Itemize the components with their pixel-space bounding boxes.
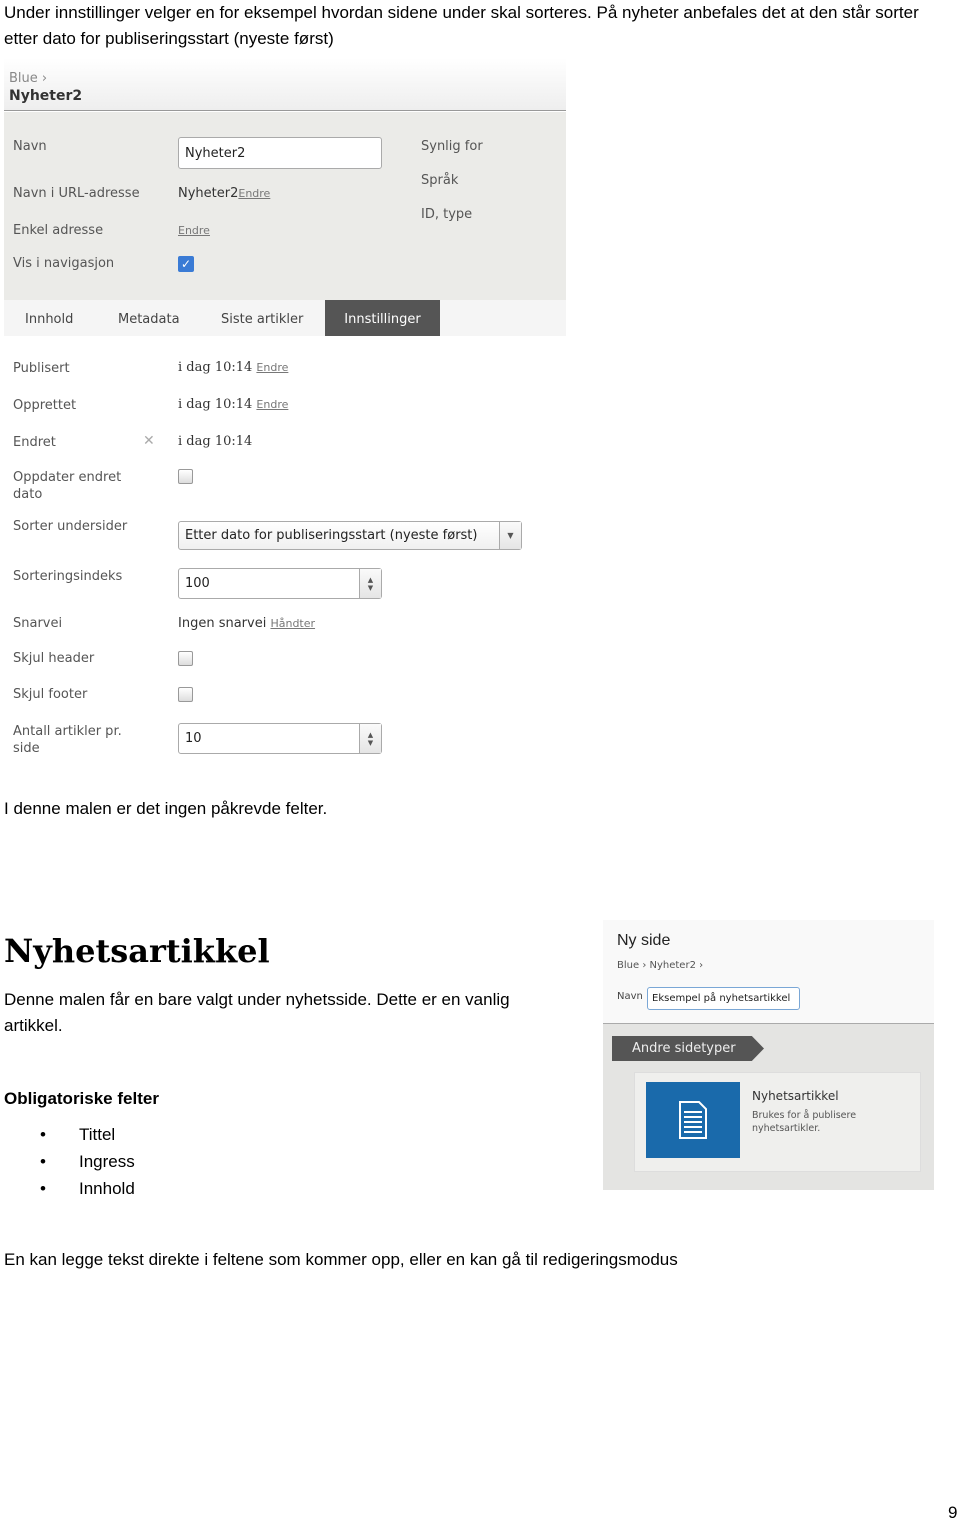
url-label: Navn i URL-adresse bbox=[13, 186, 140, 201]
required-item: Tittel bbox=[79, 1125, 116, 1144]
sprak-label: Språk bbox=[421, 173, 459, 188]
antall-stepper[interactable]: ▲ ▼ bbox=[359, 724, 381, 753]
oppdater-label: Oppdater endret dato bbox=[13, 470, 122, 502]
footer-paragraph: En kan legge tekst direkte i feltene som… bbox=[4, 1250, 678, 1269]
dialog-title: Ny side bbox=[617, 932, 671, 949]
publisert-label: Publisert bbox=[13, 361, 70, 376]
new-page-screenshot: Ny side Blue › Nyheter2 › Navn Eksempel … bbox=[603, 920, 934, 1190]
document-icon bbox=[646, 1082, 740, 1158]
intro-line: Under innstillinger velger en for eksemp… bbox=[4, 3, 919, 22]
breadcrumb: Blue › Nyheter2 › bbox=[617, 960, 704, 971]
antall-input[interactable]: 10 ▲ ▼ bbox=[178, 723, 382, 754]
navn-input[interactable]: Nyheter2 bbox=[178, 137, 382, 169]
sorter-label: Sorter undersider bbox=[13, 519, 128, 534]
publisert-edit-link[interactable]: Endre bbox=[256, 361, 288, 374]
no-required-text: I denne malen er det ingen påkrevde felt… bbox=[4, 799, 328, 818]
required-list: • Tittel • Ingress • Innhold bbox=[40, 1125, 135, 1198]
breadcrumb[interactable]: Blue bbox=[9, 71, 38, 86]
url-edit-link[interactable]: Endre bbox=[238, 187, 270, 200]
antall-label: Antall artikler pr. side bbox=[13, 724, 122, 756]
description: Denne malen får en bare valgt under nyhe… bbox=[4, 990, 510, 1035]
pin-icon[interactable]: ✕ bbox=[143, 433, 155, 449]
footer-label: Skjul footer bbox=[13, 687, 88, 702]
snarvei-label: Snarvei bbox=[13, 616, 63, 631]
nav-checkbox[interactable]: ✓ bbox=[178, 256, 194, 272]
footer-checkbox[interactable] bbox=[178, 687, 193, 702]
page-number: 9 bbox=[948, 1503, 958, 1522]
tab-innhold[interactable]: Innhold bbox=[25, 300, 73, 336]
snarvei-link[interactable]: Håndter bbox=[270, 617, 315, 630]
nav-label: Vis i navigasjon bbox=[13, 256, 115, 271]
sorter-select[interactable]: Etter dato for publiseringsstart (nyeste… bbox=[178, 521, 522, 550]
required-title: Obligatoriske felter bbox=[4, 1089, 159, 1108]
opprettet-label: Opprettet bbox=[13, 398, 77, 413]
intro-line: etter dato for publiseringsstart (nyeste… bbox=[4, 29, 334, 48]
navn-label: Navn bbox=[13, 139, 47, 154]
tab-siste-artikler[interactable]: Siste artikler bbox=[221, 300, 303, 336]
card-title: Nyhetsartikkel bbox=[752, 1089, 839, 1103]
tab-innstillinger[interactable]: Innstillinger bbox=[325, 300, 440, 336]
tab-metadata[interactable]: Metadata bbox=[118, 300, 180, 336]
indeks-input[interactable]: 100 ▲ ▼ bbox=[178, 568, 382, 599]
publisert-value: i dag 10:14 bbox=[178, 360, 253, 375]
required-item: Ingress bbox=[79, 1152, 135, 1171]
id-type-label: ID, type bbox=[421, 207, 473, 222]
navn-label: Navn bbox=[617, 991, 643, 1002]
indeks-stepper[interactable]: ▲ ▼ bbox=[359, 569, 381, 598]
card-description: Brukes for å publisere nyhetsartikler. bbox=[752, 1110, 857, 1134]
navn-input[interactable]: Eksempel på nyhetsartikkel bbox=[647, 987, 800, 1010]
enkel-label: Enkel adresse bbox=[13, 223, 104, 238]
section-heading: Nyhetsartikkel bbox=[4, 932, 270, 970]
url-value: Nyheter2 bbox=[178, 186, 239, 201]
opprettet-value: i dag 10:14 bbox=[178, 397, 253, 412]
endret-label: Endret bbox=[13, 435, 56, 450]
page-title: Nyheter2 bbox=[9, 88, 83, 104]
indeks-label: Sorteringsindeks bbox=[13, 569, 123, 584]
opprettet-edit-link[interactable]: Endre bbox=[256, 398, 288, 411]
settings-screenshot: Blue › Nyheter2 Navn Nyheter2 Navn i URL… bbox=[4, 58, 566, 336]
oppdater-checkbox[interactable] bbox=[178, 469, 193, 484]
header-checkbox[interactable] bbox=[178, 651, 193, 666]
snarvei-value: Ingen snarvei bbox=[178, 616, 267, 631]
synlig-label: Synlig for bbox=[421, 139, 483, 154]
page-type-card[interactable]: Nyhetsartikkel Brukes for å publisere ny… bbox=[634, 1072, 921, 1172]
endret-value: i dag 10:14 bbox=[178, 434, 253, 449]
header-label: Skjul header bbox=[13, 651, 95, 666]
section-label: Andre sidetyper bbox=[612, 1036, 764, 1061]
intro-paragraph: Under innstillinger velger en for eksemp… bbox=[4, 0, 919, 52]
enkel-edit-link[interactable]: Endre bbox=[178, 224, 210, 237]
required-item: Innhold bbox=[79, 1179, 135, 1198]
